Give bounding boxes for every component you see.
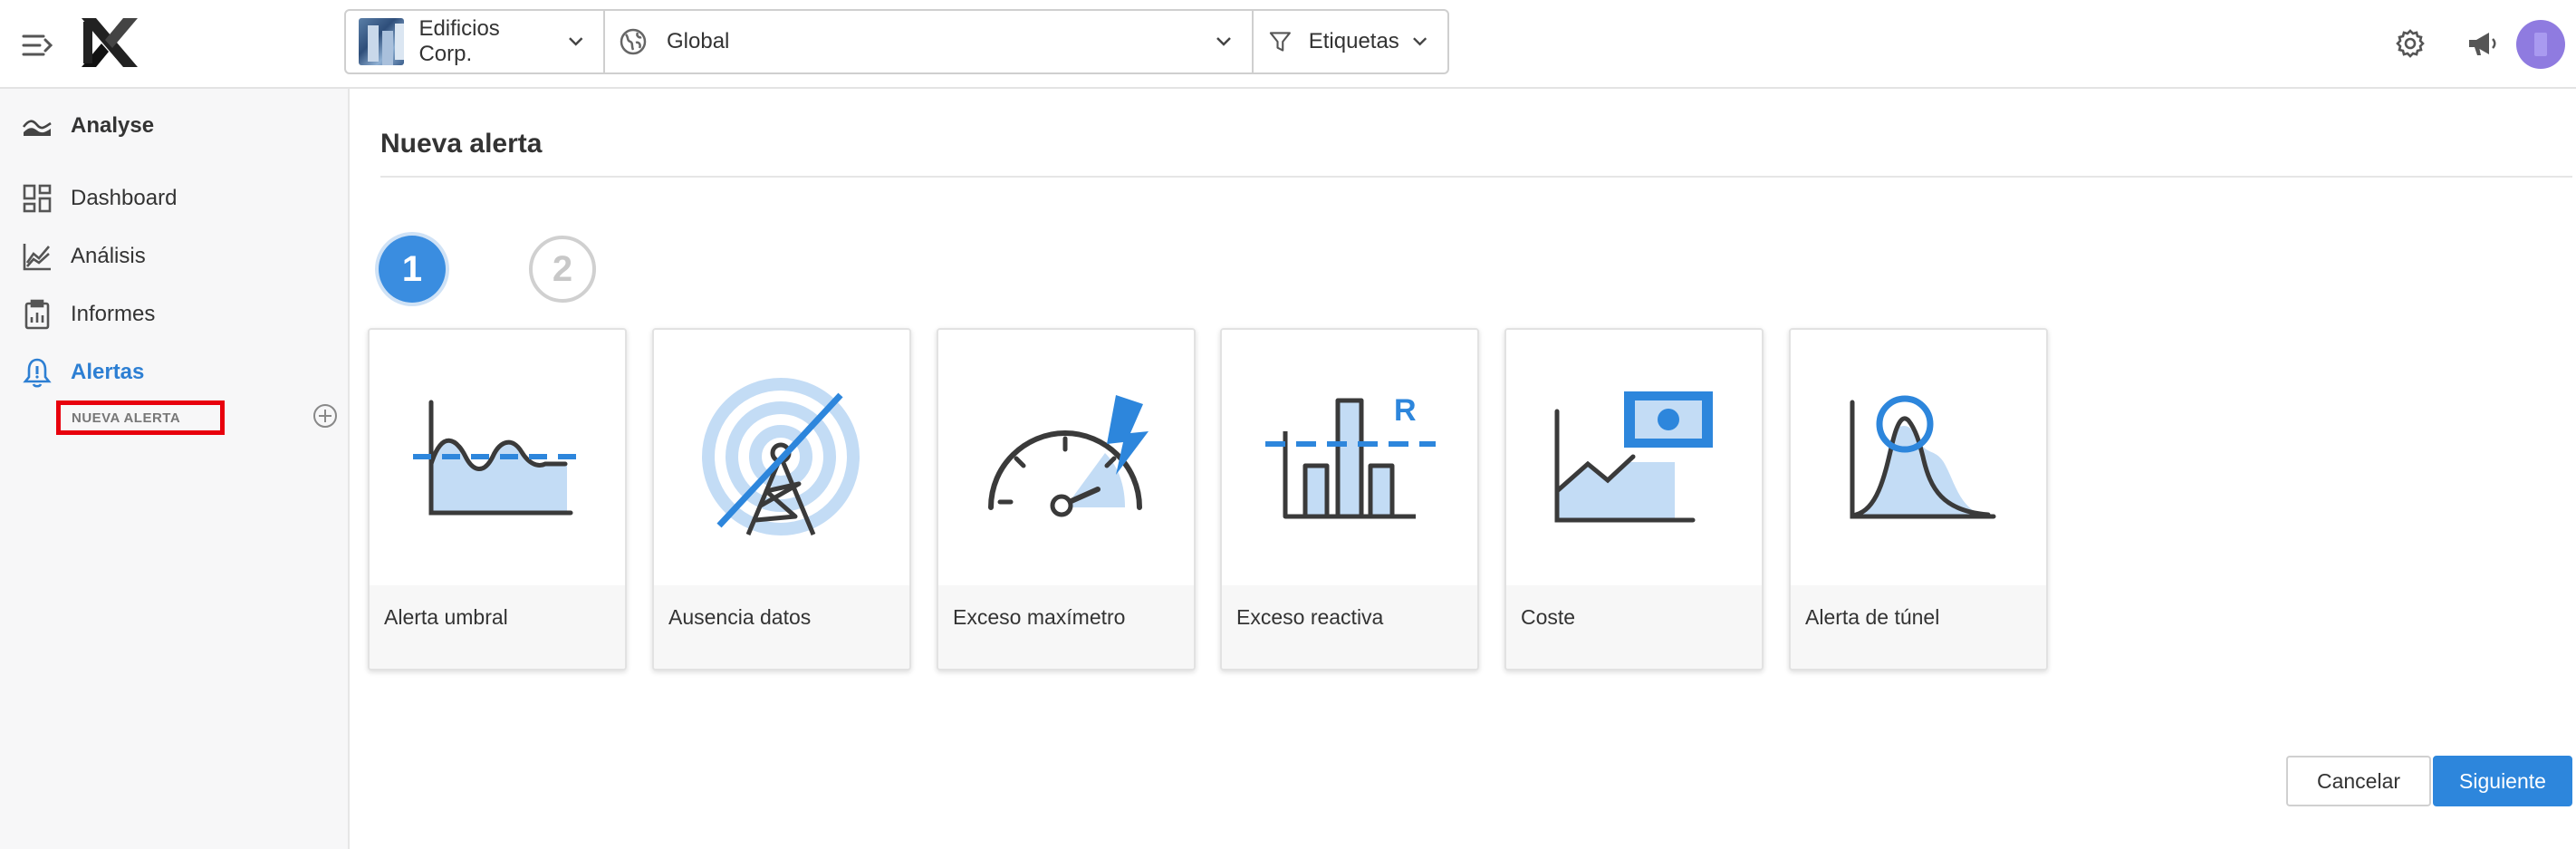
globe-icon <box>620 28 647 55</box>
menu-toggle-icon[interactable] <box>20 27 56 63</box>
chevron-down-icon <box>1412 37 1427 46</box>
sidebar-item-label: Dashboard <box>71 186 178 210</box>
card-illustration <box>938 330 1194 585</box>
sidebar-item-alertas[interactable]: Alertas <box>22 357 144 388</box>
card-illustration <box>370 330 625 585</box>
sidebar-item-dashboard[interactable]: Dashboard <box>22 183 177 214</box>
card-illustration <box>1791 330 2046 585</box>
company-thumbnail <box>359 18 405 65</box>
step-indicator-1: 1 <box>379 236 446 303</box>
card-label: Alerta de túnel <box>1791 585 2046 669</box>
brand-logo-icon[interactable] <box>82 18 138 67</box>
reactive-letter: R <box>1394 393 1417 428</box>
card-label: Ausencia datos <box>654 585 909 669</box>
analyse-wave-icon <box>22 120 52 136</box>
gear-icon[interactable] <box>2395 28 2426 59</box>
tags-filter[interactable]: Etiquetas <box>1252 11 1447 72</box>
sidebar: Analyse Dashboard Análisis Informes Aler… <box>0 89 350 849</box>
company-selector[interactable]: Edificios Corp. <box>346 11 603 72</box>
filter-icon <box>1269 32 1291 52</box>
sidebar-subitem-nueva-alerta[interactable]: NUEVA ALERTA <box>56 400 225 435</box>
reactive-bars-icon: R <box>1265 393 1436 519</box>
add-circle-icon[interactable] <box>312 402 339 429</box>
tags-label: Etiquetas <box>1308 29 1399 53</box>
sidebar-item-label: Análisis <box>71 244 146 268</box>
next-button[interactable]: Siguiente <box>2433 756 2572 806</box>
alert-card-ausencia[interactable]: Ausencia datos <box>652 328 911 671</box>
megaphone-icon[interactable] <box>2465 29 2498 58</box>
sidebar-subitem-label: NUEVA ALERTA <box>72 410 181 426</box>
card-label: Exceso maxímetro <box>938 585 1194 669</box>
divider <box>380 176 2572 178</box>
top-bar: Edificios Corp. Global Etiquetas <box>0 0 2576 89</box>
page-title: Nueva alerta <box>380 129 543 159</box>
context-selectors: Edificios Corp. Global Etiquetas <box>344 9 1449 74</box>
sidebar-item-analisis[interactable]: Análisis <box>22 241 146 272</box>
region-name: Global <box>667 29 730 53</box>
alert-card-tunel[interactable]: Alerta de túnel <box>1789 328 2048 671</box>
dashboard-icon <box>23 184 52 213</box>
alert-card-reactiva[interactable]: R Exceso reactiva <box>1220 328 1479 671</box>
threshold-chart-icon <box>413 400 580 516</box>
step-indicator-2: 2 <box>529 236 596 303</box>
bell-icon <box>23 358 52 388</box>
avatar[interactable] <box>2516 20 2565 69</box>
card-label: Exceso reactiva <box>1222 585 1477 669</box>
alert-card-coste[interactable]: Coste <box>1504 328 1764 671</box>
chevron-down-icon <box>568 37 582 46</box>
alert-card-umbral[interactable]: Alerta umbral <box>368 328 627 671</box>
card-illustration <box>654 330 909 585</box>
company-name: Edificios Corp. <box>418 16 500 66</box>
gauge-lightning-icon <box>988 395 1149 517</box>
card-label: Coste <box>1506 585 1762 669</box>
card-label: Alerta umbral <box>370 585 625 669</box>
cancel-button[interactable]: Cancelar <box>2286 756 2431 806</box>
alert-card-maximetro[interactable]: Exceso maxímetro <box>937 328 1196 671</box>
main-content: Nueva alerta 1 2 Alerta umbral Ausencia … <box>351 89 2576 849</box>
sidebar-item-label: Alertas <box>71 360 145 384</box>
sidebar-item-label: Informes <box>71 302 156 326</box>
clipboard-icon <box>24 299 50 330</box>
cost-banknote-icon <box>1554 391 1713 523</box>
chevron-down-icon <box>1216 37 1231 46</box>
sidebar-section-analyse: Analyse <box>22 111 154 141</box>
chart-line-icon <box>23 244 51 271</box>
tunnel-curve-icon <box>1850 395 1996 519</box>
region-selector[interactable]: Global <box>603 11 1252 72</box>
antenna-no-signal-icon <box>702 378 860 535</box>
card-illustration: R <box>1222 330 1477 585</box>
sidebar-section-label: Analyse <box>71 113 155 138</box>
card-illustration <box>1506 330 1762 585</box>
sidebar-item-informes[interactable]: Informes <box>22 299 155 330</box>
